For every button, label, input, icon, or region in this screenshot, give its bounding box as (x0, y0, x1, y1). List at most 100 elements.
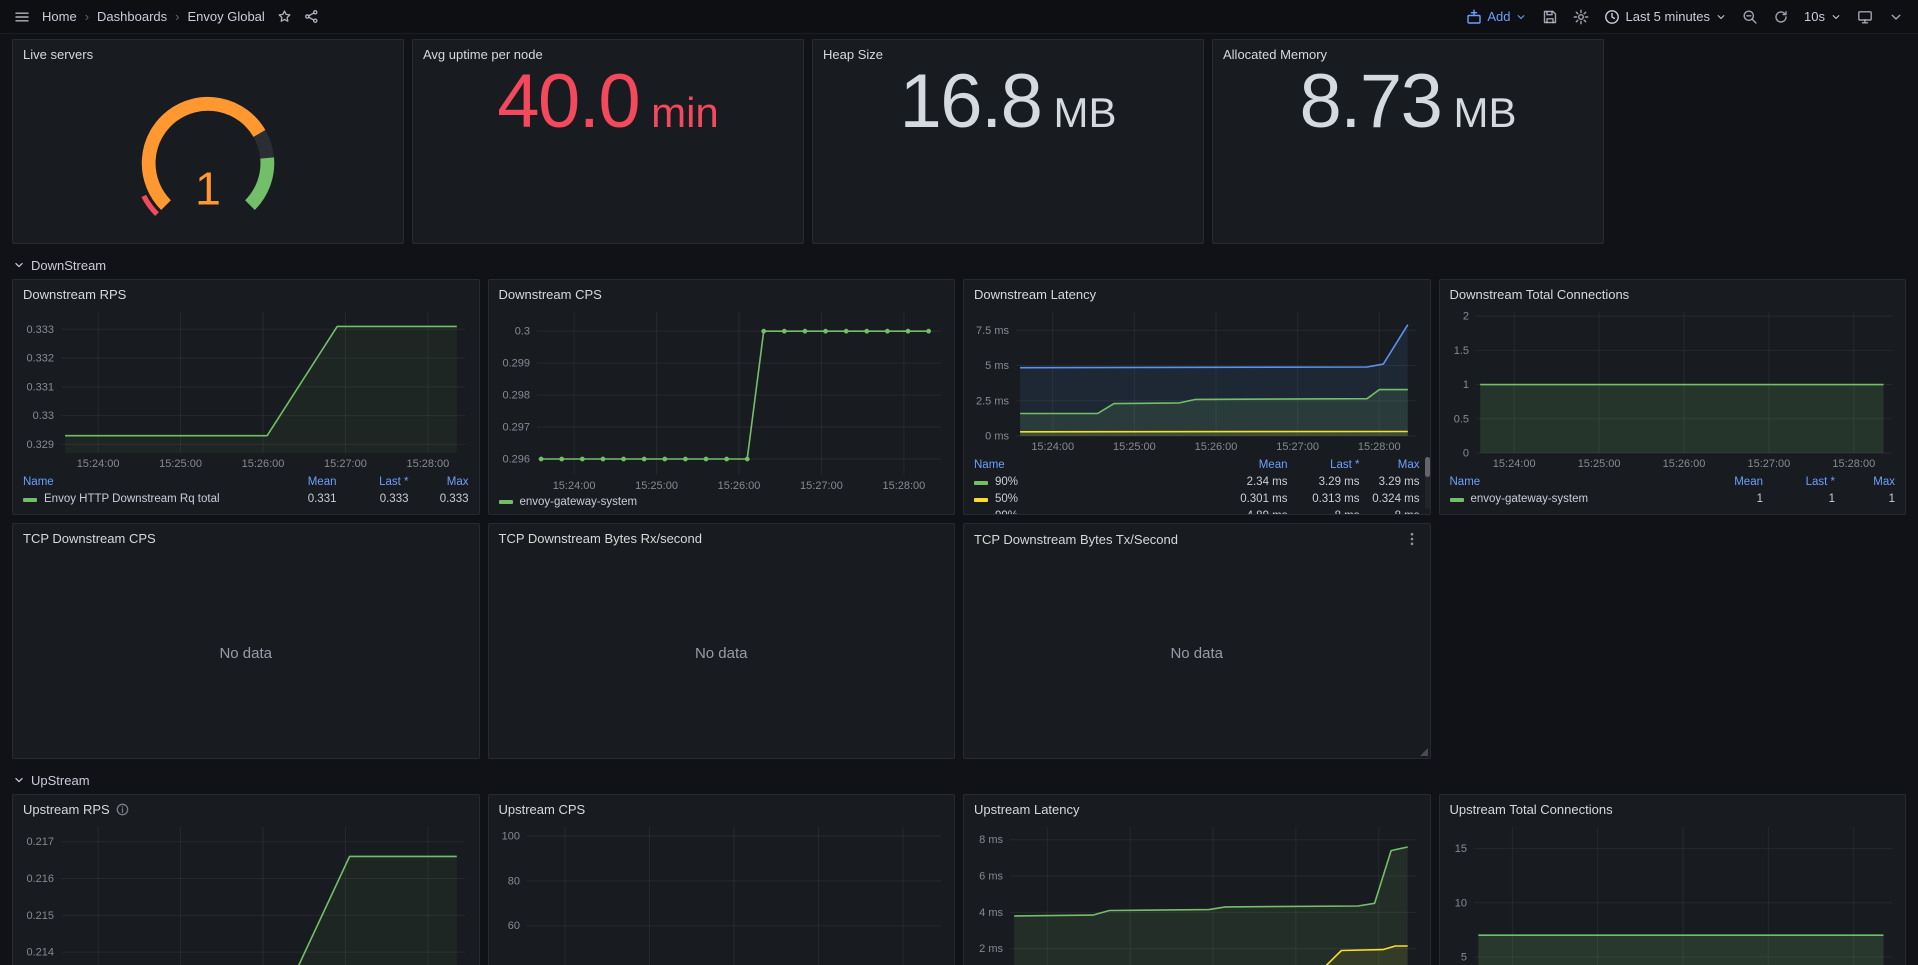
no-data-message: No data (964, 549, 1430, 758)
add-button[interactable]: Add (1466, 9, 1527, 25)
stat-value: 40.0 (497, 64, 639, 140)
svg-text:0.214: 0.214 (26, 947, 54, 959)
panel-title[interactable]: Heap Size (823, 47, 883, 62)
svg-text:1.5: 1.5 (1453, 345, 1468, 357)
panel-title[interactable]: TCP Downstream Bytes Tx/Second (974, 532, 1178, 547)
chart-upstream-total-connections[interactable]: 15:24:0015:25:0015:26:0015:27:0015:28:00… (1446, 821, 1898, 965)
section-row-upstream[interactable]: UpStream (12, 767, 1906, 793)
menu-toggle-button[interactable] (14, 9, 30, 25)
panel-title[interactable]: Downstream RPS (23, 287, 126, 302)
panel-title[interactable]: Downstream CPS (499, 287, 602, 302)
breadcrumb-dashboards[interactable]: Dashboards (97, 9, 167, 24)
chevron-down-icon (12, 773, 26, 787)
refresh-button[interactable] (1773, 9, 1789, 25)
chart-upstream-rps[interactable]: 15:24:0015:25:0015:26:0015:27:0015:28:00… (19, 821, 471, 965)
svg-text:0.297: 0.297 (502, 422, 530, 434)
info-icon[interactable] (116, 803, 129, 816)
panel-downstream-latency: Downstream Latency 15:24:0015:25:0015:26… (963, 279, 1431, 515)
no-data-message: No data (13, 548, 479, 758)
chart-legend: envoy-gateway-system (489, 493, 955, 514)
zoom-out-icon (1742, 9, 1758, 25)
panel-title[interactable]: Downstream Total Connections (1450, 287, 1630, 302)
panel-title[interactable]: TCP Downstream Bytes Rx/second (499, 531, 703, 546)
series-color-marker (499, 500, 513, 504)
share-button[interactable] (304, 9, 319, 24)
chart-upstream-latency[interactable]: 15:24:0015:25:0015:26:0015:27:0015:28:00… (970, 821, 1422, 965)
panel-title[interactable]: Upstream Latency (974, 802, 1080, 817)
dashboard-canvas: Live servers 1 Avg uptime per node 40.0 … (0, 34, 1918, 965)
svg-text:15:26:00: 15:26:00 (1662, 458, 1705, 470)
time-range-picker[interactable]: Last 5 minutes (1604, 9, 1727, 25)
favorite-button[interactable] (277, 9, 292, 24)
chart-legend: NameMeanLast *MaxEnvoy HTTP Downstream R… (13, 471, 479, 514)
chevron-down-icon (1888, 9, 1904, 25)
svg-text:100: 100 (501, 830, 519, 842)
svg-text:15:28:00: 15:28:00 (1832, 458, 1875, 470)
chart-downstream-latency[interactable]: 15:24:0015:25:0015:26:0015:27:0015:28:00… (970, 306, 1422, 454)
breadcrumb-home[interactable]: Home (42, 9, 77, 24)
kiosk-mode-button[interactable] (1857, 9, 1873, 25)
chart-downstream-cps[interactable]: 15:24:0015:25:0015:26:0015:27:0015:28:00… (495, 306, 947, 493)
panel-title-label: Upstream RPS (23, 802, 110, 817)
svg-text:15:28:00: 15:28:00 (882, 480, 925, 492)
breadcrumb-current-dashboard[interactable]: Envoy Global (187, 9, 264, 24)
time-range-label: Last 5 minutes (1625, 9, 1710, 24)
svg-text:15: 15 (1454, 843, 1466, 855)
svg-text:15:26:00: 15:26:00 (717, 480, 760, 492)
panel-title[interactable]: Downstream Latency (974, 287, 1096, 302)
panel-title[interactable]: Upstream Total Connections (1450, 802, 1613, 817)
svg-text:15:24:00: 15:24:00 (552, 480, 595, 492)
panel-downstream-rps: Downstream RPS 15:24:0015:25:0015:26:001… (12, 279, 480, 515)
svg-text:0.329: 0.329 (26, 439, 54, 451)
svg-text:0.332: 0.332 (26, 353, 54, 365)
svg-text:4 ms: 4 ms (979, 907, 1003, 919)
panel-title[interactable]: TCP Downstream CPS (23, 531, 156, 546)
panel-title[interactable]: Upstream RPS (23, 802, 129, 817)
legend-row[interactable]: 90%2.34 ms3.29 ms3.29 ms (974, 474, 1420, 491)
save-icon (1542, 9, 1558, 25)
legend-scrollbar[interactable] (1425, 457, 1430, 509)
save-dashboard-button[interactable] (1542, 9, 1558, 25)
panel-title[interactable]: Upstream CPS (499, 802, 586, 817)
chart-downstream-rps[interactable]: 15:24:0015:25:0015:26:0015:27:0015:28:00… (19, 306, 471, 471)
gauge[interactable]: 1 (13, 64, 403, 243)
no-data-message: No data (489, 548, 955, 758)
legend-header: NameMeanLast *Max (974, 457, 1420, 474)
legend-row[interactable]: 99%4.89 ms8 ms8 ms (974, 508, 1420, 514)
svg-text:5 ms: 5 ms (985, 360, 1009, 372)
refresh-interval-picker[interactable]: 10s (1804, 9, 1842, 24)
dashboard-settings-button[interactable] (1573, 9, 1589, 25)
svg-text:8 ms: 8 ms (979, 834, 1003, 846)
legend-row[interactable]: 50%0.301 ms0.313 ms0.324 ms (974, 491, 1420, 508)
svg-text:15:24:00: 15:24:00 (1031, 441, 1074, 453)
panel-tcp-downstream-bytes-rx: TCP Downstream Bytes Rx/second No data (488, 523, 956, 759)
svg-text:0: 0 (1462, 448, 1468, 460)
series-color-marker (974, 481, 988, 485)
svg-text:15:25:00: 15:25:00 (159, 458, 202, 470)
panel-title[interactable]: Live servers (23, 47, 93, 62)
svg-text:15:28:00: 15:28:00 (1358, 441, 1401, 453)
gear-icon (1573, 9, 1589, 25)
legend-row[interactable]: envoy-gateway-system111 (1450, 491, 1896, 508)
legend-row[interactable]: Envoy HTTP Downstream Rq total0.3310.333… (23, 491, 469, 508)
stat-value-group: 8.73 MB (1213, 64, 1603, 243)
svg-text:60: 60 (507, 920, 519, 932)
svg-text:0.298: 0.298 (502, 390, 530, 402)
stat-value-group: 40.0 min (413, 64, 803, 243)
section-title: UpStream (31, 773, 90, 788)
svg-text:15:25:00: 15:25:00 (1113, 441, 1156, 453)
section-row-downstream[interactable]: DownStream (12, 252, 1906, 278)
legend-item[interactable]: envoy-gateway-system (499, 496, 638, 508)
svg-text:5: 5 (1460, 951, 1466, 963)
toolbar-collapse-button[interactable] (1888, 9, 1904, 25)
upstream-charts-row: Upstream RPS 15:24:0015:25:0015:26:0015:… (12, 794, 1906, 965)
panel-upstream-latency: Upstream Latency 15:24:0015:25:0015:26:0… (963, 794, 1431, 965)
panel-menu-button[interactable] (1404, 531, 1420, 547)
chart-upstream-cps[interactable]: 15:24:0015:25:0015:26:0015:27:0015:28:00… (495, 821, 947, 965)
breadcrumb-separator: › (85, 9, 89, 24)
panel-resize-handle[interactable] (1420, 748, 1428, 756)
chart-downstream-total-connections[interactable]: 15:24:0015:25:0015:26:0015:27:0015:28:00… (1446, 306, 1898, 471)
share-icon (304, 9, 319, 24)
zoom-out-time-button[interactable] (1742, 9, 1758, 25)
chevron-down-icon (1830, 11, 1842, 23)
